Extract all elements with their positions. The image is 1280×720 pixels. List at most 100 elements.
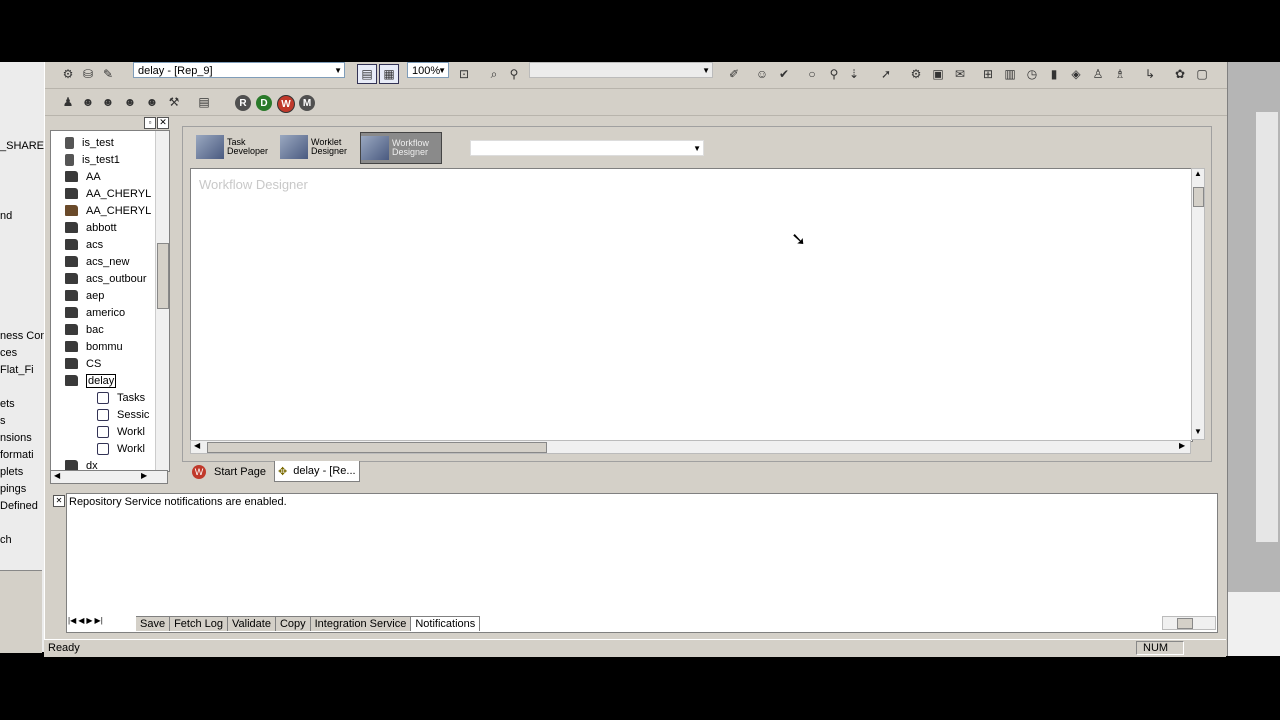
navigator-item[interactable]: americo [65, 304, 125, 321]
navigator-scrollbar[interactable] [155, 131, 169, 471]
arrow-down-icon[interactable]: ⇣ [845, 65, 863, 83]
user-icon-2[interactable]: ☻ [79, 93, 97, 111]
output-hscroll-thumb[interactable] [1177, 618, 1193, 629]
check-icon[interactable]: ✔ [775, 65, 793, 83]
canvas-vscrollbar[interactable]: ▲ ▼ [1191, 168, 1205, 440]
connect-icon[interactable]: ⛁ [79, 65, 97, 83]
fit-icon[interactable]: ⊡ [455, 65, 473, 83]
canvas-hscrollbar[interactable]: ◀ ▶ [190, 440, 1191, 454]
tool-workflow-designer[interactable]: Workflow Designer [360, 132, 442, 164]
output-tab[interactable]: Validate [228, 616, 276, 631]
tool-task-developer[interactable]: Task Developer [196, 132, 276, 162]
user-icon-1[interactable]: ♟ [59, 93, 77, 111]
navigator-item[interactable]: Sessic [97, 406, 149, 423]
decision-icon[interactable]: ◈ [1067, 65, 1085, 83]
navigator-item[interactable]: bommu [65, 338, 123, 355]
navigator-item[interactable]: AA [65, 168, 101, 185]
repo-icon[interactable]: ⚙ [59, 65, 77, 83]
user-icon-5[interactable]: ☻ [143, 93, 161, 111]
navigator-item[interactable]: Workl [97, 440, 145, 457]
workflow-combo[interactable]: ▼ [470, 140, 704, 156]
output-close-icon[interactable]: ✕ [53, 495, 65, 507]
user-icon-4[interactable]: ☻ [121, 93, 139, 111]
navigator-item[interactable]: acs_new [65, 253, 129, 270]
navigator-item[interactable]: Workl [97, 423, 145, 440]
timer-icon[interactable]: ◷ [1023, 65, 1041, 83]
scroll-up-icon[interactable]: ▲ [1194, 169, 1202, 178]
pointer-icon[interactable]: ➚ [877, 65, 895, 83]
scroll-left-icon[interactable]: ◀ [54, 471, 60, 480]
next-tab-icon[interactable]: ▶ [86, 616, 92, 630]
folder-combo[interactable]: delay - [Rep_9] ▼ [133, 62, 345, 78]
binoculars-icon[interactable]: ⚲ [505, 65, 523, 83]
navigator-item[interactable]: CS [65, 355, 101, 372]
output-tab[interactable]: Save [136, 616, 171, 631]
event-wait-icon[interactable]: ♙ [1089, 65, 1107, 83]
worklet-icon[interactable]: ✿ [1171, 65, 1189, 83]
tool-button-r[interactable]: R [235, 95, 251, 111]
output-toggle-icon[interactable]: ▦ [379, 64, 399, 84]
navigator-item[interactable]: delay [65, 372, 117, 389]
navigator-toggle-icon[interactable]: ▤ [357, 64, 377, 84]
scroll-right-icon[interactable]: ▶ [141, 471, 147, 480]
workspace-tab-start[interactable]: W Start Page [188, 462, 272, 482]
tool-button-w[interactable]: W [277, 95, 295, 113]
navigator-item[interactable]: is_test [65, 134, 114, 151]
first-tab-icon[interactable]: |◀ [68, 616, 76, 630]
close-icon[interactable]: ✕ [157, 117, 169, 129]
workflow-canvas[interactable]: Workflow Designer ➘ [190, 168, 1193, 442]
navigator-item[interactable]: bac [65, 321, 104, 338]
output-tab[interactable]: Integration Service [310, 616, 412, 631]
scroll-right-icon[interactable]: ▶ [1179, 441, 1185, 450]
properties-icon[interactable]: ▤ [195, 93, 213, 111]
pin-icon[interactable]: ⚲ [825, 65, 843, 83]
navigator-item[interactable]: acs_outbour [65, 270, 147, 287]
navigator-item[interactable]: AA_CHERYL [65, 202, 151, 219]
tool-button-m[interactable]: M [299, 95, 315, 111]
find-icon[interactable]: ⌕ [485, 65, 503, 83]
session-icon[interactable]: ⚙ [907, 65, 925, 83]
scroll-left-icon[interactable]: ◀ [194, 441, 200, 450]
disconnect-icon[interactable]: ✎ [99, 65, 117, 83]
canvas-hscroll-thumb[interactable] [207, 442, 547, 453]
last-tab-icon[interactable]: ▶| [95, 616, 103, 630]
scroll-down-icon[interactable]: ▼ [1194, 427, 1202, 436]
navigator-item[interactable]: acs [65, 236, 103, 253]
search-combo[interactable]: ▼ [529, 62, 713, 78]
canvas-vscroll-thumb[interactable] [1193, 187, 1204, 207]
prev-tab-icon[interactable]: ◀ [78, 616, 84, 630]
assignment-icon[interactable]: ⊞ [979, 65, 997, 83]
tool-worklet-designer[interactable]: Worklet Designer [280, 132, 360, 162]
user-icon-3[interactable]: ☻ [99, 93, 117, 111]
navigator-item[interactable]: aep [65, 287, 104, 304]
output-tab[interactable]: Notifications [411, 616, 481, 631]
output-tab[interactable]: Copy [275, 616, 311, 631]
restore-icon[interactable]: ▫ [144, 117, 156, 129]
navigator-item[interactable]: AA_CHERYL [65, 185, 151, 202]
validate-user-icon[interactable]: ☺ [753, 65, 771, 83]
tool-label-line2: Designer [311, 146, 348, 156]
navigator-item[interactable]: abbott [65, 219, 117, 236]
calculator-icon[interactable]: ▥ [1001, 65, 1019, 83]
navigator-hscrollbar[interactable]: ◀ ▶ [50, 470, 168, 484]
workspace-tab-delay[interactable]: ✥ delay - [Re... [274, 461, 360, 482]
folder-icon [65, 358, 78, 369]
link-icon[interactable]: ○ [803, 65, 821, 83]
tool-button-d[interactable]: D [256, 95, 272, 111]
zoom-combo[interactable]: 100% ▼ [407, 62, 449, 78]
navigator-item[interactable]: is_test1 [65, 151, 120, 168]
email-icon[interactable]: ✉ [951, 65, 969, 83]
link-task-icon[interactable]: ↳ [1141, 65, 1159, 83]
background-text: s [0, 415, 6, 427]
output-tab[interactable]: Fetch Log [170, 616, 228, 631]
navigator-scroll-thumb[interactable] [157, 243, 169, 309]
background-text: pings [0, 483, 27, 495]
tools-icon[interactable]: ⚒ [165, 93, 183, 111]
wand-icon[interactable]: ✐ [725, 65, 743, 83]
output-hscrollbar[interactable] [1162, 616, 1216, 630]
navigator-item[interactable]: Tasks [97, 389, 145, 406]
monitor-icon[interactable]: ▢ [1193, 65, 1211, 83]
event-raise-icon[interactable]: ♗ [1111, 65, 1129, 83]
command-icon[interactable]: ▣ [929, 65, 947, 83]
control-icon[interactable]: ▮ [1045, 65, 1063, 83]
